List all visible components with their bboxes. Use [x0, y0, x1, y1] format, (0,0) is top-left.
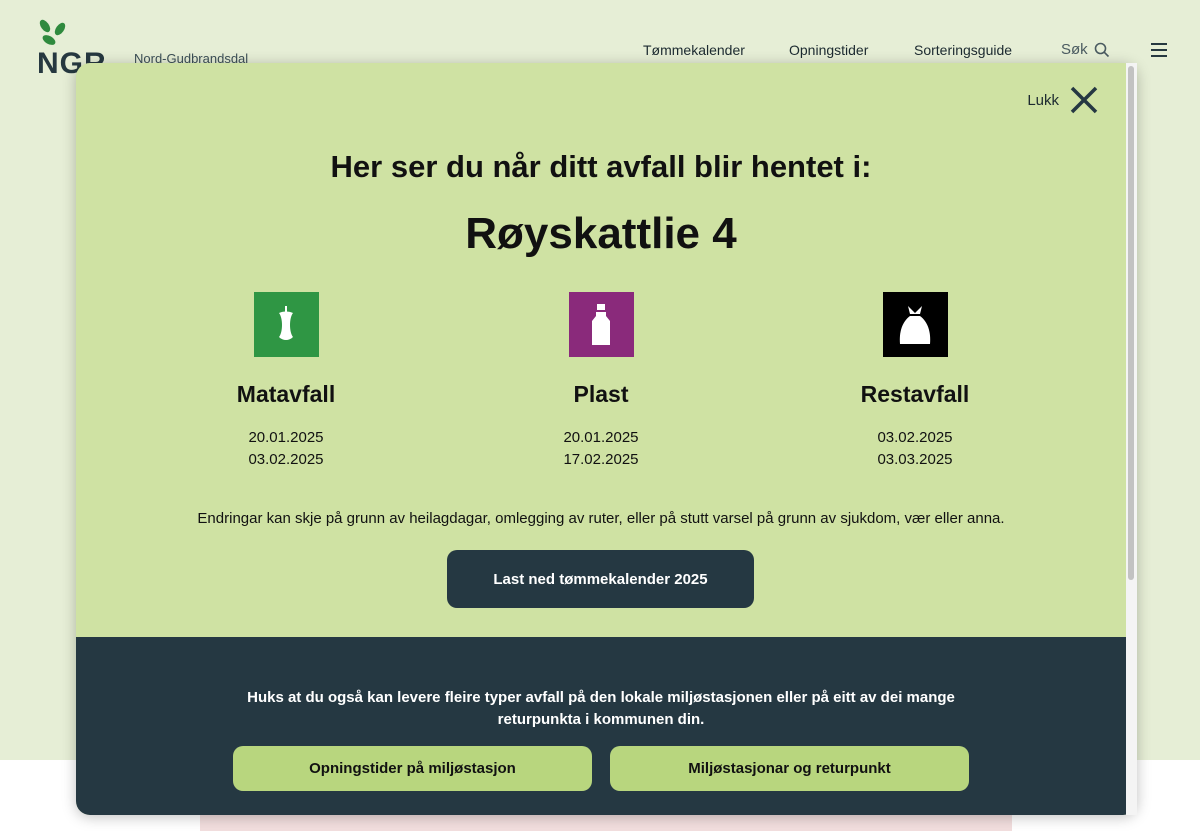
address-title: Røyskattlie 4: [465, 209, 737, 258]
apple-core-icon: [253, 292, 319, 357]
category-restavfall: Restavfall 03.02.2025 03.03.2025: [765, 292, 1065, 471]
category-title: Matavfall: [236, 381, 336, 407]
category-title: Restavfall: [860, 381, 970, 407]
return-points-button[interactable]: Miljøstasjonar og returpunkt: [610, 746, 969, 791]
hamburger-menu-icon[interactable]: [1151, 43, 1167, 57]
close-icon: [1070, 86, 1098, 114]
footer-text: Huks at du også kan levere fleire typer …: [247, 689, 955, 728]
pickup-date: 20.01.2025: [248, 429, 324, 446]
category-title: Plast: [573, 381, 629, 407]
modal-heading: Her ser du når ditt avfall blir hentet i…: [330, 149, 872, 184]
page-content-strip: [200, 815, 1012, 831]
pickup-date: 03.02.2025: [248, 451, 324, 468]
nav-tommekalender[interactable]: Tømmekalender: [643, 42, 745, 58]
modal-footer: Huks at du også kan levere fleire typer …: [76, 637, 1126, 815]
close-button[interactable]: Lukk: [1027, 85, 1099, 115]
nav-opningstider[interactable]: Opningstider: [789, 42, 868, 58]
search-label: Søk: [1061, 41, 1088, 58]
pickup-date: 17.02.2025: [563, 451, 639, 468]
download-calendar-button[interactable]: Last ned tømmekalender 2025: [447, 550, 754, 608]
close-label: Lukk: [1027, 91, 1059, 109]
opening-hours-button[interactable]: Opningstider på miljøstasjon: [233, 746, 592, 791]
scrollbar-thumb[interactable]: [1128, 66, 1134, 580]
nav-sorteringsguide[interactable]: Sorteringsguide: [914, 42, 1012, 58]
pickup-date: 20.01.2025: [563, 429, 639, 446]
search-button[interactable]: Søk: [1061, 41, 1110, 58]
pickup-date: 03.03.2025: [877, 451, 953, 468]
category-matavfall: Matavfall 20.01.2025 03.02.2025: [136, 292, 436, 471]
change-notice: Endringar kan skje på grunn av heilagdag…: [197, 510, 1005, 527]
trash-bag-icon: [882, 292, 948, 357]
pickup-date: 03.02.2025: [877, 429, 953, 446]
pickup-modal: Lukk Her ser du når ditt avfall blir hen…: [76, 63, 1137, 815]
category-plast: Plast 20.01.2025 17.02.2025: [451, 292, 751, 471]
search-icon: [1094, 42, 1109, 57]
plastic-bottle-icon: [568, 292, 634, 357]
